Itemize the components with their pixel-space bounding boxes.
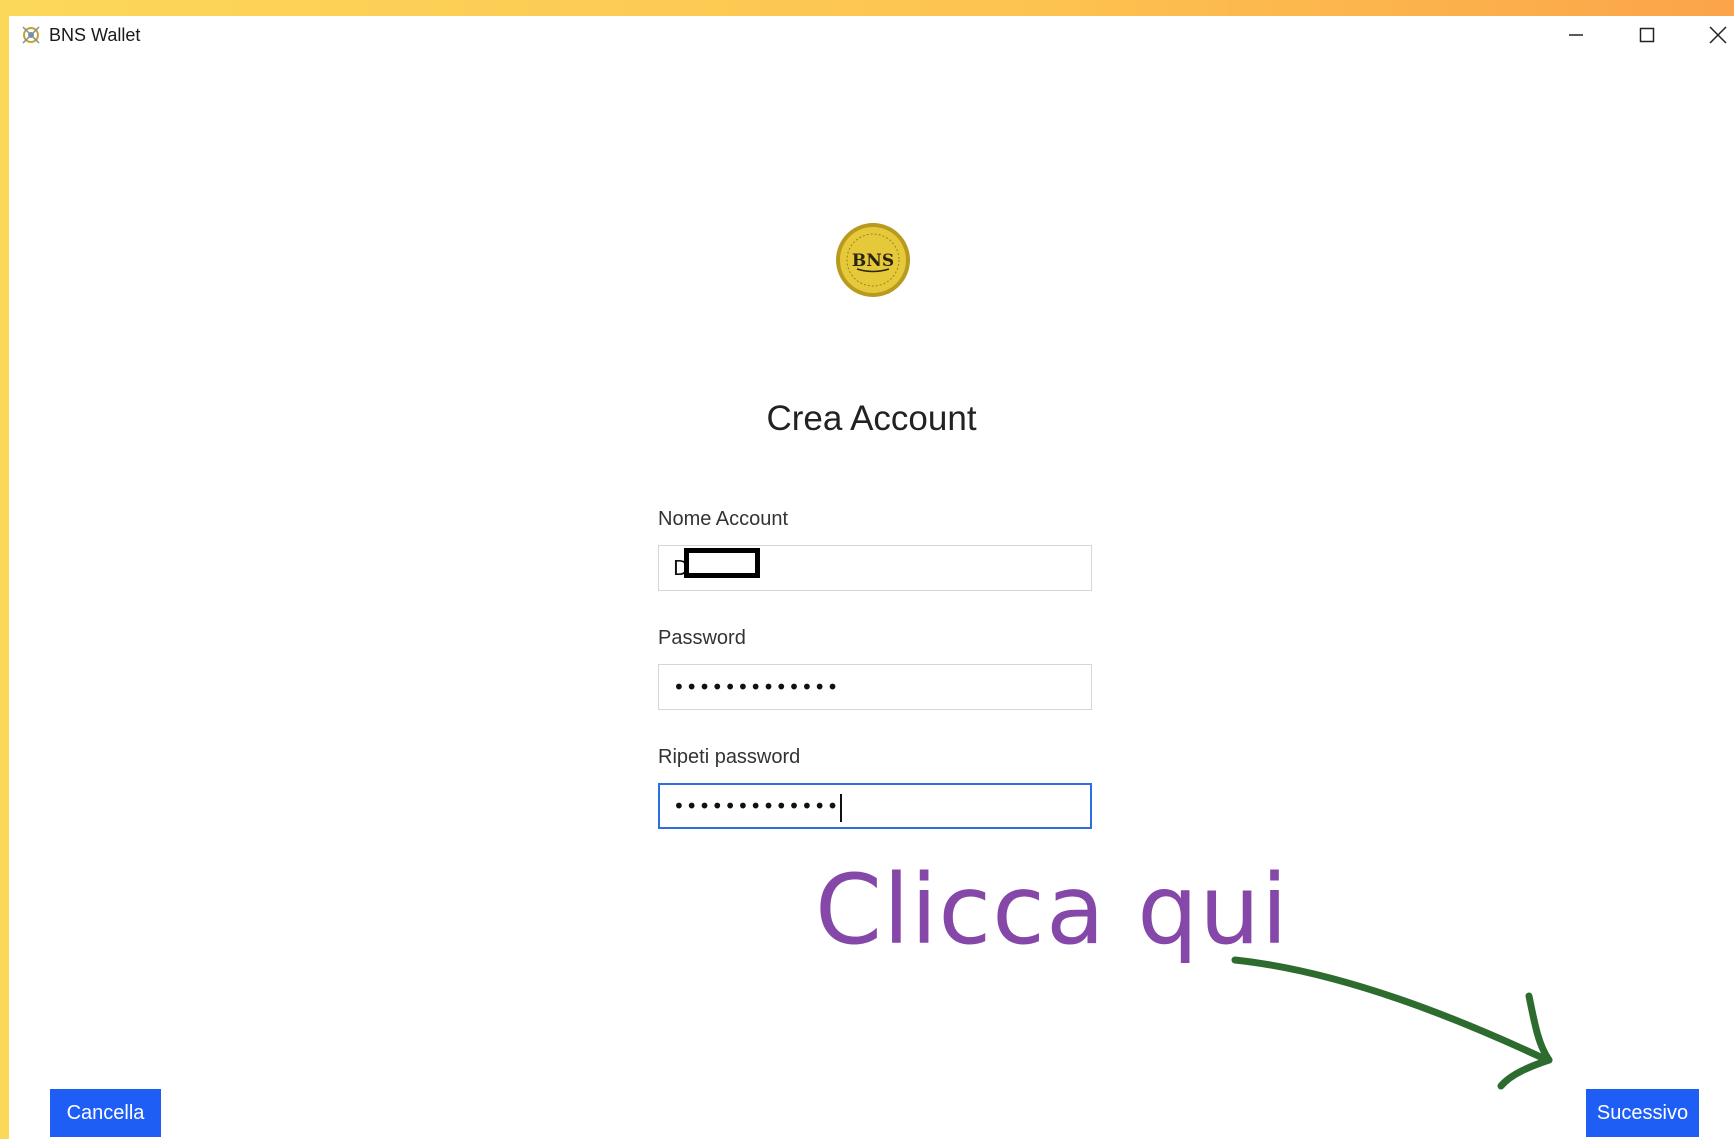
password-label: Password: [658, 627, 746, 649]
app-icon: [22, 26, 40, 44]
click-here-annotation: Clicca qui: [815, 854, 1289, 966]
maximize-icon: [1639, 27, 1655, 43]
app-window: BNS Wallet BNS Crea Account Nome Account…: [9, 16, 1734, 1139]
repeat-password-label: Ripeti password: [658, 746, 801, 768]
minimize-icon: [1569, 34, 1583, 36]
page-title: Crea Account: [766, 399, 977, 438]
bns-coin-logo: BNS: [836, 223, 910, 297]
maximize-button[interactable]: [1612, 16, 1682, 54]
minimize-button[interactable]: [1541, 16, 1611, 54]
repeat-password-value: •••••••••••••: [673, 794, 840, 818]
cancel-button[interactable]: Cancella: [50, 1089, 161, 1137]
password-input[interactable]: •••••••••••••: [658, 664, 1092, 710]
text-cursor: [840, 793, 843, 822]
close-button[interactable]: [1683, 16, 1734, 54]
repeat-password-input[interactable]: •••••••••••••: [658, 783, 1092, 829]
logo-text: BNS: [852, 251, 894, 271]
title-bar[interactable]: BNS Wallet: [9, 16, 1734, 54]
next-button[interactable]: Sucessivo: [1586, 1089, 1699, 1137]
window-title: BNS Wallet: [49, 25, 141, 45]
arrow-annotation-icon: [1231, 956, 1553, 1090]
password-value: •••••••••••••: [673, 675, 840, 699]
redaction-box: [684, 548, 760, 578]
close-icon: [1709, 26, 1727, 44]
account-name-label: Nome Account: [658, 508, 789, 530]
